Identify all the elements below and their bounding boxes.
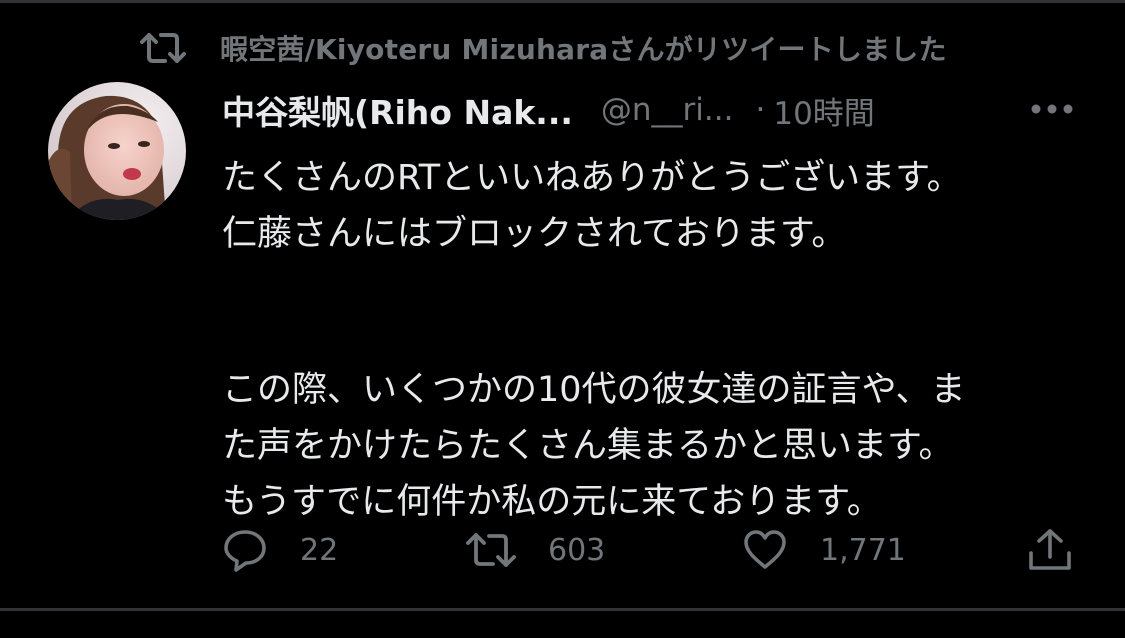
share-icon bbox=[1026, 527, 1074, 573]
retweet-icon bbox=[466, 530, 516, 570]
reply-count: 22 bbox=[300, 532, 339, 568]
heart-icon bbox=[742, 529, 788, 571]
retweet-count: 603 bbox=[548, 532, 606, 568]
reply-button[interactable]: 22 bbox=[222, 520, 338, 580]
bottom-divider bbox=[0, 608, 1125, 611]
tweet-text: たくさんのRTといいねありがとうございます。 仁藤さんにはブロックされております… bbox=[222, 150, 1102, 530]
separator-dot: · bbox=[755, 92, 766, 128]
share-button[interactable] bbox=[1026, 520, 1074, 580]
retweet-header[interactable]: 暇空茜/Kiyoteru Mizuharaさんがリツイートしました bbox=[140, 26, 947, 70]
top-divider bbox=[0, 0, 1125, 3]
retweet-header-text: 暇空茜/Kiyoteru Mizuharaさんがリツイートしました bbox=[220, 33, 947, 66]
author-handle[interactable]: @n__ri... bbox=[601, 92, 734, 128]
tweet-action-bar: 22 603 1,771 bbox=[0, 520, 1125, 580]
tweet-text-line: たくさんのRTといいねありがとうございます。 bbox=[222, 158, 962, 198]
tweet-text-line: た声をかけたらたくさん集まるかと思います。 bbox=[222, 426, 954, 466]
more-horizontal-icon[interactable] bbox=[1030, 96, 1074, 122]
author-display-name[interactable]: 中谷梨帆(Riho Nak... bbox=[222, 86, 573, 134]
reply-icon bbox=[222, 528, 268, 572]
tweet-text-line: この際、いくつかの10代の彼女達の証言や、ま bbox=[222, 370, 966, 410]
tweet-timestamp[interactable]: 10時間 bbox=[773, 88, 874, 133]
retweet-icon bbox=[140, 28, 188, 68]
like-button[interactable]: 1,771 bbox=[742, 520, 906, 580]
retweet-button[interactable]: 603 bbox=[466, 520, 605, 580]
avatar[interactable] bbox=[48, 82, 186, 220]
tweet-author-row: 中谷梨帆(Riho Nak... @n__ri... · 10時間 bbox=[222, 84, 1082, 136]
tweet-text-line: 仁藤さんにはブロックされております。 bbox=[222, 214, 847, 254]
like-count: 1,771 bbox=[820, 532, 906, 568]
